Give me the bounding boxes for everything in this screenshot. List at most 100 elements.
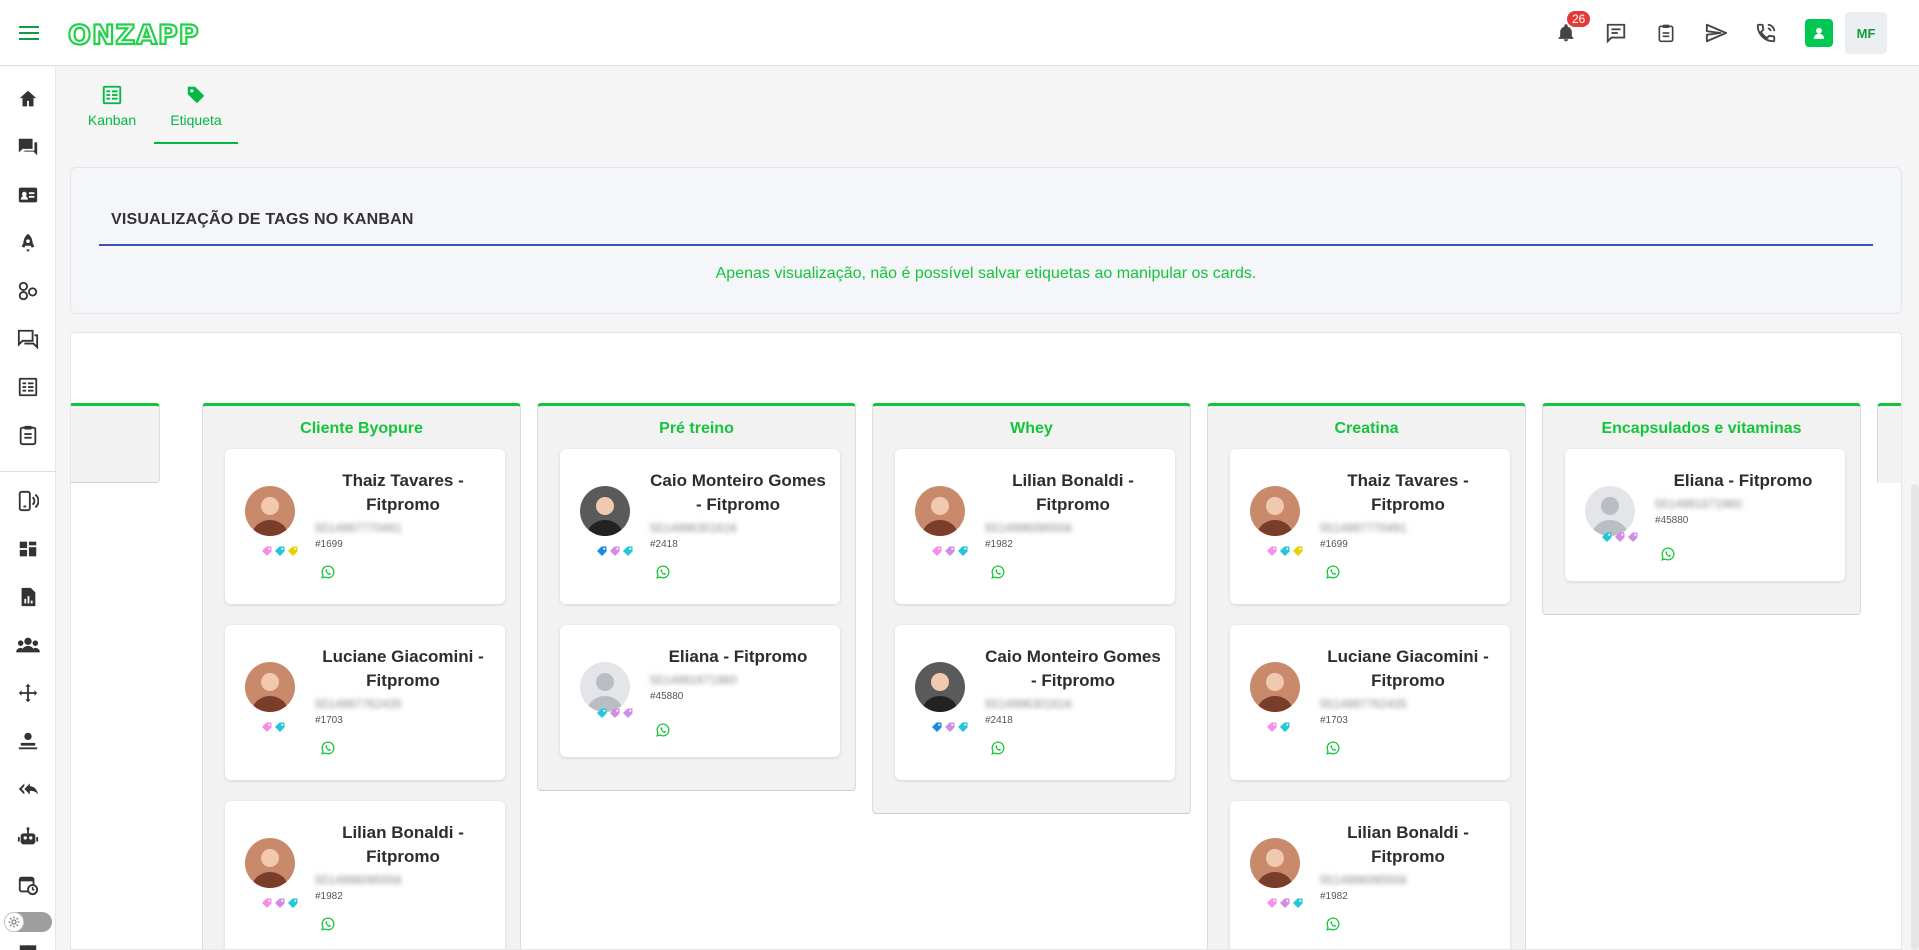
sidebar-divider	[0, 471, 56, 472]
contact-card[interactable]: Caio Monteiro Gomes - Fitpromo 5514996301…	[895, 625, 1175, 780]
tag-icon	[622, 707, 634, 719]
title-divider	[99, 244, 1873, 246]
info-panel: VISUALIZAÇÃO DE TAGS NO KANBAN Apenas vi…	[70, 167, 1902, 314]
tag-icon	[1279, 545, 1291, 557]
sidebar-item-chats[interactable]	[14, 133, 42, 161]
logo-text: ONZAPP	[68, 20, 200, 51]
sidebar-item-chatbot[interactable]	[14, 823, 42, 851]
contact-phone: 5514991671960	[1655, 497, 1742, 511]
sidebar-item-internal-chat[interactable]	[14, 325, 42, 353]
contact-avatar	[915, 486, 965, 536]
whatsapp-icon[interactable]	[656, 723, 670, 737]
tag-list	[931, 721, 969, 733]
kanban-icon	[102, 85, 122, 105]
column-title: Creatina	[1334, 420, 1399, 437]
sidebar-item-reports[interactable]	[14, 583, 42, 611]
contact-card[interactable]: Lilian Bonaldi - Fitpromo 5514996095556 #1…	[895, 449, 1175, 604]
sidebar-item-queues[interactable]	[14, 727, 42, 755]
tag-icon	[931, 721, 943, 733]
contact-card[interactable]: Eliana - Fitpromo 5514991671960 #45880	[1565, 449, 1845, 581]
sidebar-item-gift[interactable]	[14, 935, 42, 950]
contact-phone: 5514991671960	[650, 673, 737, 687]
contact-card[interactable]: Thaiz Tavares - Fitpromo 5514997770491 #16…	[225, 449, 505, 604]
contact-name: Luciane Giacomini - Fitpromo	[322, 647, 484, 690]
calls-button[interactable]	[1741, 13, 1791, 53]
tag-icon	[944, 721, 956, 733]
whatsapp-icon[interactable]	[321, 565, 335, 579]
sidebar-item-connections[interactable]	[14, 487, 42, 515]
tag-list	[1266, 545, 1304, 557]
notifications-button[interactable]: 26	[1541, 11, 1591, 53]
tag-icon	[1614, 531, 1626, 543]
kanban-column: Whey Lilian Bonaldi - Fitpromo 55149960955…	[872, 403, 1191, 814]
contact-card[interactable]: Eliana - Fitpromo 5514991671960 #45880	[560, 625, 840, 757]
contact-avatar	[580, 662, 630, 712]
user-avatar[interactable]: MF	[1845, 12, 1887, 54]
whatsapp-icon[interactable]	[1326, 565, 1340, 579]
sidebar-item-dashboard[interactable]	[14, 535, 42, 563]
move-arrows-icon	[18, 683, 38, 703]
ticket-id: #1699	[315, 539, 343, 550]
contact-card-icon	[18, 187, 38, 203]
chat-button[interactable]	[1591, 13, 1641, 53]
whatsapp-icon[interactable]	[1661, 547, 1675, 561]
tab-kanban[interactable]: Kanban	[70, 78, 154, 144]
rocket-icon	[21, 233, 35, 253]
sidebar-item-schedules[interactable]	[14, 871, 42, 899]
whatsapp-icon[interactable]	[321, 741, 335, 755]
whatsapp-icon[interactable]	[1326, 917, 1340, 931]
contact-card[interactable]: Lilian Bonaldi - Fitpromo 5514996095556 #1…	[225, 801, 505, 949]
send-icon	[1705, 23, 1727, 43]
tag-list	[1601, 531, 1639, 543]
whatsapp-icon[interactable]	[1326, 741, 1340, 755]
whatsapp-icon[interactable]	[321, 917, 335, 931]
contact-card[interactable]: Luciane Giacomini - Fitpromo 551499776243…	[1230, 625, 1510, 780]
contact-card[interactable]: Caio Monteiro Gomes - Fitpromo 5514996301…	[560, 449, 840, 604]
contact-avatar	[245, 486, 295, 536]
contact-avatar	[580, 486, 630, 536]
app-logo: ONZAPP	[66, 13, 216, 53]
whatsapp-icon[interactable]	[991, 741, 1005, 755]
whatsapp-icon[interactable]	[656, 565, 670, 579]
tag-icon	[596, 707, 608, 719]
contact-card[interactable]: Lilian Bonaldi - Fitpromo 5514996095556 #1…	[1230, 801, 1510, 949]
whatsapp-icon[interactable]	[991, 565, 1005, 579]
sidebar-item-users[interactable]	[14, 631, 42, 659]
tag-icon	[261, 545, 273, 557]
ticket-id: #1982	[985, 539, 1013, 550]
contact-avatar	[915, 662, 965, 712]
sidebar-item-quick-replies[interactable]	[14, 775, 42, 803]
send-button[interactable]	[1691, 13, 1741, 53]
theme-toggle[interactable]	[4, 912, 52, 932]
contact-phone: 5514996301616	[650, 521, 737, 535]
tasks-button[interactable]	[1641, 13, 1691, 53]
sidebar-item-tasks[interactable]	[14, 421, 42, 449]
sidebar-item-home[interactable]	[14, 85, 42, 113]
menu-icon[interactable]	[14, 20, 44, 46]
contact-avatar	[245, 838, 295, 888]
phonelink-icon	[18, 490, 39, 512]
contact-phone: 5514996095556	[1320, 873, 1407, 887]
sidebar-item-contacts[interactable]	[14, 181, 42, 209]
sidebar-item-integrations[interactable]	[14, 679, 42, 707]
presence-button[interactable]	[1805, 19, 1833, 47]
contact-phone: 5514997762435	[1320, 697, 1407, 711]
contact-name: Luciane Giacomini - Fitpromo	[1327, 647, 1489, 690]
tag-icon	[1292, 545, 1304, 557]
contact-card[interactable]: Luciane Giacomini - Fitpromo 551499776243…	[225, 625, 505, 780]
tag-icon	[187, 86, 205, 104]
sidebar-item-kanban[interactable]	[14, 373, 42, 401]
clipboard-icon	[1658, 24, 1674, 43]
contact-card[interactable]: Thaiz Tavares - Fitpromo 5514997770491 #16…	[1230, 449, 1510, 604]
sidebar-item-flows[interactable]	[14, 277, 42, 305]
ticket-id: #1982	[315, 891, 343, 902]
contact-phone: 5514997770491	[1320, 521, 1407, 535]
tag-icon	[1279, 897, 1291, 909]
tag-icon	[1279, 721, 1291, 733]
tag-list	[261, 721, 286, 733]
user-status-icon	[1813, 27, 1825, 39]
tab-etiqueta[interactable]: Etiqueta	[154, 78, 238, 144]
sidebar-item-campaigns[interactable]	[14, 229, 42, 257]
tab-etiqueta-label: Etiqueta	[170, 112, 222, 128]
page-scrollbar[interactable]	[1911, 484, 1919, 950]
